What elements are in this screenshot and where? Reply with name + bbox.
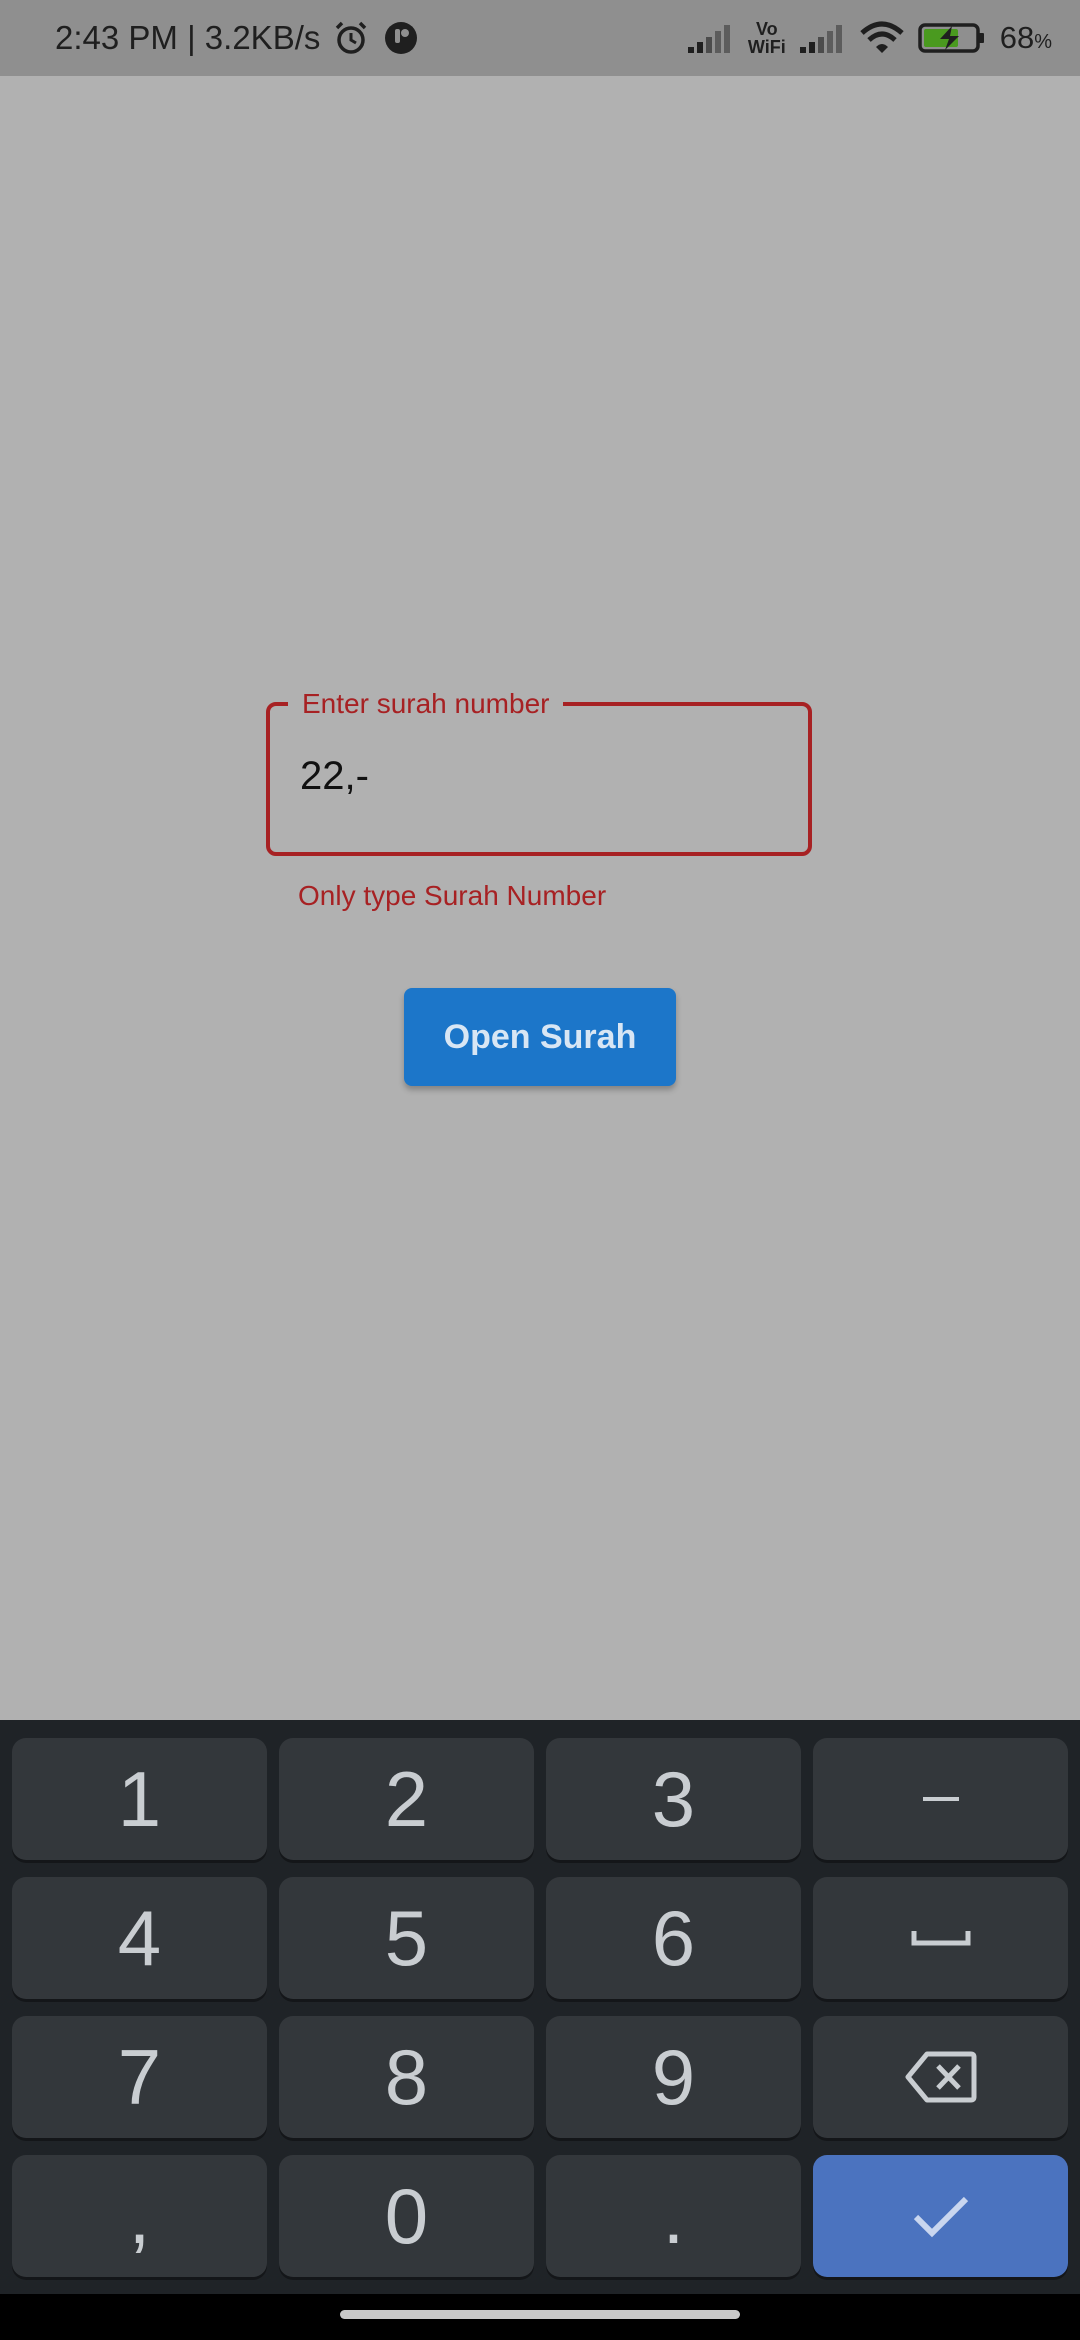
surah-field-value[interactable]: 22,- [300, 754, 369, 799]
key-5[interactable]: 5 [279, 1877, 534, 1999]
status-bar: 2:43 PM | 3.2KB/s Vo WiFi 68% [0, 0, 1080, 76]
key-9[interactable]: 9 [546, 2016, 801, 2138]
minus-icon [922, 1797, 959, 1801]
signal-icon-sim1 [687, 25, 730, 53]
status-left: 2:43 PM | 3.2KB/s [55, 0, 420, 76]
backspace-icon [905, 2051, 976, 2103]
home-gesture-bar[interactable] [340, 2310, 740, 2319]
battery-value: 68 [999, 20, 1035, 55]
signal-icon-sim2 [799, 25, 842, 53]
main-content: Enter surah number 22,- Only type Surah … [0, 76, 1080, 1720]
alarm-icon [336, 21, 367, 54]
time-speed: 2:43 PM | 3.2KB/s [55, 19, 321, 56]
key-6[interactable]: 6 [546, 1877, 801, 1999]
open-surah-button[interactable]: Open Surah [404, 988, 676, 1086]
surah-field-error: Only type Surah Number [298, 880, 607, 911]
key-4[interactable]: 4 [12, 1877, 267, 1999]
key-1[interactable]: 1 [12, 1738, 267, 1860]
key-2[interactable]: 2 [279, 1738, 534, 1860]
key-comma[interactable]: , [12, 2155, 267, 2277]
app-notification-icon [385, 22, 418, 54]
key-8[interactable]: 8 [279, 2016, 534, 2138]
vowifi-top: Vo [755, 19, 778, 39]
key-minus[interactable] [813, 1738, 1068, 1860]
key-space[interactable] [813, 1877, 1068, 1999]
battery-percent: 68% [1000, 20, 1052, 56]
key-done[interactable] [813, 2155, 1068, 2277]
status-right: Vo WiFi 68% [687, 0, 1052, 76]
surah-field-label: Enter surah number [288, 684, 564, 724]
key-3[interactable]: 3 [546, 1738, 801, 1860]
key-backspace[interactable] [813, 2016, 1068, 2138]
vowifi-indicator: Vo WiFi [748, 20, 786, 56]
wifi-icon [860, 21, 904, 53]
space-icon [911, 1931, 970, 1946]
battery-icon [917, 23, 984, 53]
surah-number-field[interactable]: Enter surah number 22,- [266, 684, 812, 856]
key-7[interactable]: 7 [12, 2016, 267, 2138]
key-period[interactable]: . [546, 2155, 801, 2277]
vowifi-bottom: WiFi [747, 37, 786, 57]
battery-percent-sign: % [1034, 31, 1052, 53]
checkmark-icon [913, 2196, 968, 2238]
key-0[interactable]: 0 [279, 2155, 534, 2277]
